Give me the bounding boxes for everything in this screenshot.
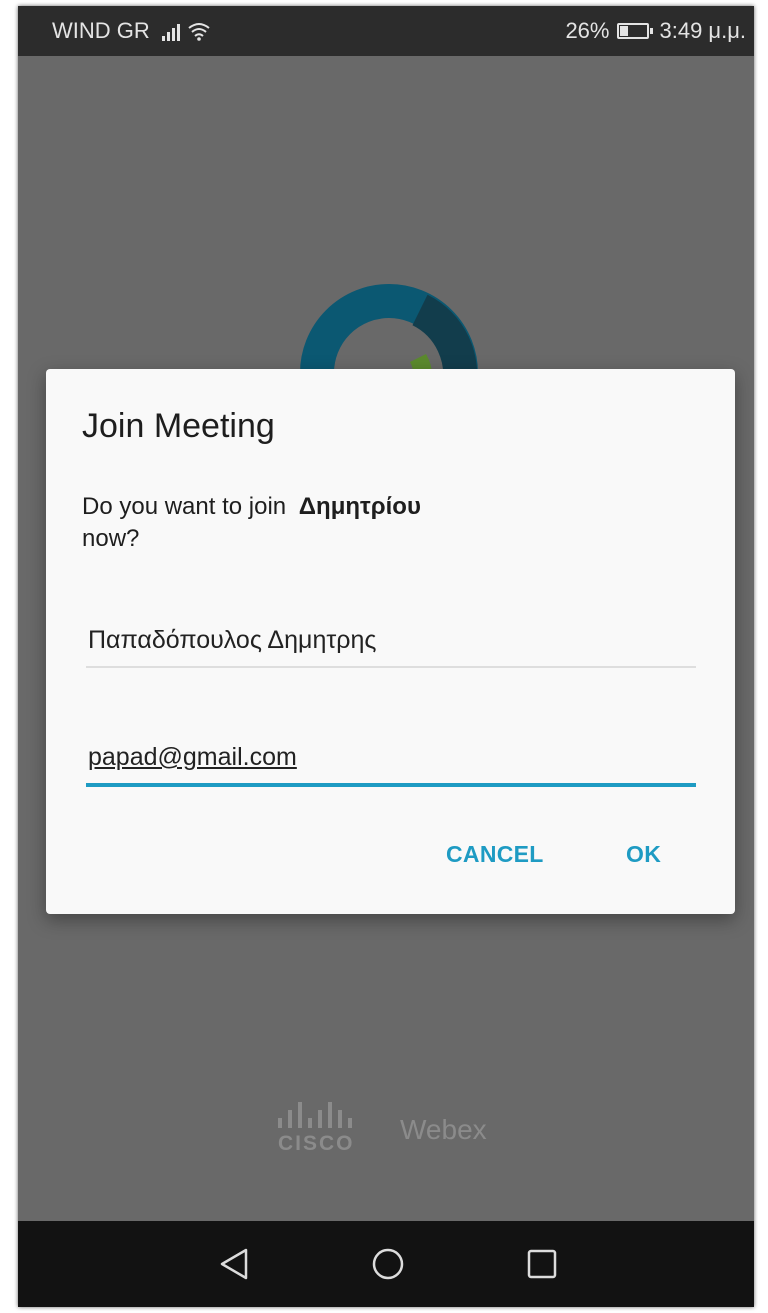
name-field-value: Παπαδόπουλος Δημητρης <box>88 626 377 654</box>
meeting-name: Δημητρίου <box>298 493 421 520</box>
dialog-title: Join Meeting <box>82 407 275 445</box>
back-icon[interactable] <box>216 1246 252 1282</box>
home-icon[interactable] <box>370 1246 406 1282</box>
dialog-message: Do you want to join Δημητρίου now? <box>82 491 642 555</box>
status-left: WIND GR <box>52 18 210 44</box>
battery-icon <box>617 23 654 39</box>
cisco-webex-logo: CISCO Webex <box>270 1100 520 1160</box>
phone-screen: WIND GR 26% 3:49 μ.μ. Join Meeting Do yo… <box>18 6 754 1307</box>
wifi-icon <box>188 23 210 41</box>
message-suffix: now? <box>82 525 140 552</box>
name-field[interactable]: Παπαδόπουλος Δημητρης <box>86 614 696 668</box>
signal-icon <box>161 21 182 41</box>
recents-icon[interactable] <box>524 1246 560 1282</box>
join-meeting-dialog: Join Meeting Do you want to join Δημητρί… <box>46 369 735 914</box>
carrier-label: WIND GR <box>52 18 150 43</box>
webex-wordmark: Webex <box>400 1114 487 1145</box>
email-field-value: papad@gmail.com <box>88 743 297 771</box>
navigation-bar <box>18 1221 754 1307</box>
status-bar: WIND GR 26% 3:49 μ.μ. <box>18 6 754 56</box>
cancel-button[interactable]: CANCEL <box>446 841 544 868</box>
cisco-bars-icon <box>278 1102 352 1128</box>
message-prefix: Do you want to join <box>82 493 287 520</box>
clock: 3:49 μ.μ. <box>659 18 746 43</box>
email-field[interactable]: papad@gmail.com <box>86 731 696 787</box>
status-right: 26% 3:49 μ.μ. <box>565 18 746 44</box>
cisco-wordmark: CISCO <box>278 1132 355 1155</box>
ok-button[interactable]: OK <box>626 841 661 868</box>
battery-percent: 26% <box>565 18 610 43</box>
